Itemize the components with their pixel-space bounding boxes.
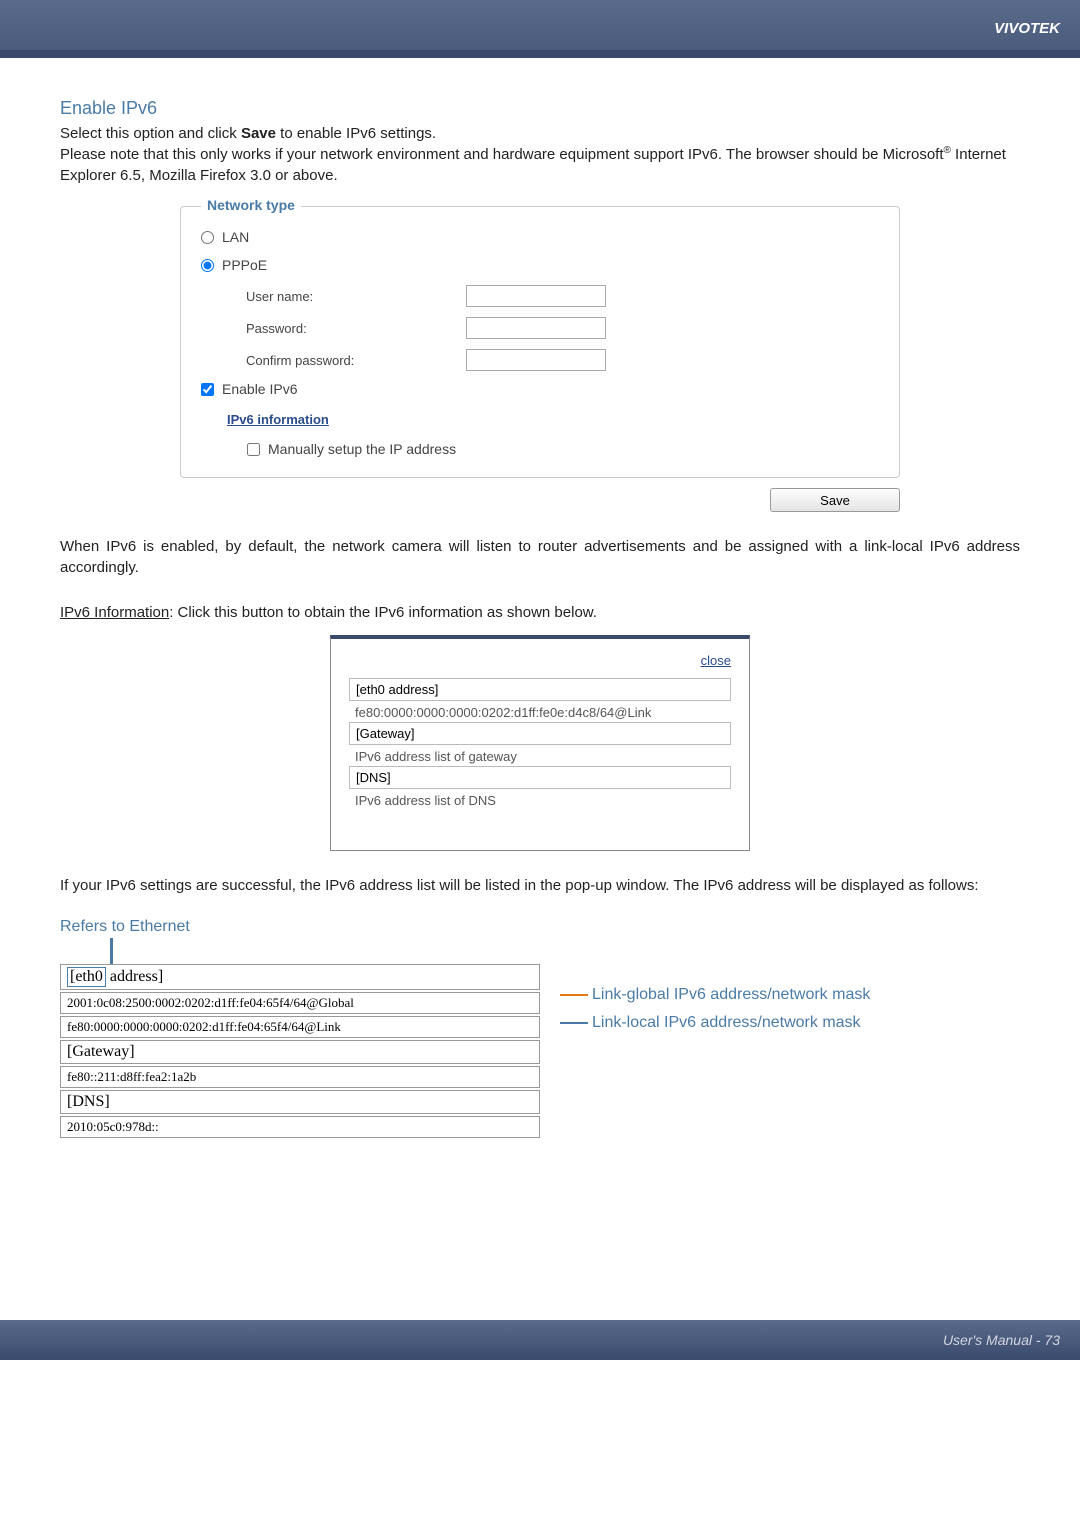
enable-ipv6-label: Enable IPv6 bbox=[222, 381, 298, 397]
ipv6-info-link-wrap: IPv6 information bbox=[227, 411, 879, 429]
eth-dns-label: [DNS] bbox=[60, 1090, 540, 1114]
popup-close-link[interactable]: close bbox=[349, 653, 731, 668]
popup-eth0-val: fe80:0000:0000:0000:0202:d1ff:fe0e:d4c8/… bbox=[349, 703, 731, 722]
popup-gateway-val: IPv6 address list of gateway bbox=[349, 747, 731, 766]
link-global-text: Link-global IPv6 address/network mask bbox=[592, 986, 870, 1004]
ethernet-left-col: [eth0 address] 2001:0c08:2500:0002:0202:… bbox=[60, 964, 540, 1140]
section-title: Enable IPv6 bbox=[60, 98, 1020, 119]
password-label: Password: bbox=[246, 321, 466, 336]
eth0-rest: address] bbox=[110, 968, 163, 985]
lan-radio-row[interactable]: LAN bbox=[201, 229, 879, 245]
intro2-sup: ® bbox=[944, 145, 951, 156]
eth-dns-val: 2010:05c0:978d:: bbox=[60, 1116, 540, 1138]
confirm-label: Confirm password: bbox=[246, 353, 466, 368]
blue-dash-icon bbox=[560, 1022, 588, 1024]
page-footer: User's Manual - 73 bbox=[0, 1320, 1080, 1360]
link-global-label: Link-global IPv6 address/network mask bbox=[560, 986, 870, 1004]
ipv6-info-line: IPv6 Information: Click this button to o… bbox=[60, 602, 1020, 623]
password-input[interactable] bbox=[466, 317, 606, 339]
eth-link-addr: fe80:0000:0000:0000:0202:d1ff:fe04:65f4/… bbox=[60, 1016, 540, 1038]
intro1-end: to enable IPv6 settings. bbox=[276, 125, 436, 142]
header-accent bbox=[0, 50, 1080, 58]
success-text: If your IPv6 settings are successful, th… bbox=[60, 875, 1020, 896]
confirm-password-input[interactable] bbox=[466, 349, 606, 371]
lan-radio[interactable] bbox=[201, 231, 214, 244]
ipv6-information-link[interactable]: IPv6 information bbox=[227, 412, 329, 427]
password-row: Password: bbox=[246, 317, 879, 339]
eth-gateway-val: fe80::211:d8ff:fea2:1a2b bbox=[60, 1066, 540, 1088]
confirm-row: Confirm password: bbox=[246, 349, 879, 371]
link-local-text: Link-local IPv6 address/network mask bbox=[592, 1014, 861, 1032]
eth-gateway-label: [Gateway] bbox=[60, 1040, 540, 1064]
brand-label: VIVOTEK bbox=[994, 20, 1060, 37]
manual-ip-row[interactable]: Manually setup the IP address bbox=[247, 441, 879, 457]
eth-global-addr: 2001:0c08:2500:0002:0202:d1ff:fe04:65f4/… bbox=[60, 992, 540, 1014]
page-content: Enable IPv6 Select this option and click… bbox=[0, 58, 1080, 1180]
ethernet-right-col: Link-global IPv6 address/network mask Li… bbox=[540, 964, 870, 1042]
popup-gateway: [Gateway] bbox=[349, 722, 731, 745]
pppoe-label: PPPoE bbox=[222, 257, 267, 273]
ethernet-section: Refers to Ethernet [eth0 address] 2001:0… bbox=[60, 918, 1020, 1140]
popup-dns-val: IPv6 address list of DNS bbox=[349, 791, 731, 810]
ethernet-pointer bbox=[110, 938, 113, 964]
network-type-fieldset: Network type LAN PPPoE User name: Passwo… bbox=[180, 206, 900, 478]
footer-text: User's Manual - 73 bbox=[943, 1332, 1060, 1348]
page-header: VIVOTEK bbox=[0, 0, 1080, 50]
enable-ipv6-checkbox[interactable] bbox=[201, 383, 214, 396]
save-button-wrap: Save bbox=[180, 488, 900, 512]
popup-eth0: [eth0 address] bbox=[349, 678, 731, 701]
enable-ipv6-row[interactable]: Enable IPv6 bbox=[201, 381, 879, 397]
eth0-highlight: [eth0 bbox=[67, 967, 106, 987]
manual-ip-label: Manually setup the IP address bbox=[268, 441, 456, 457]
username-row: User name: bbox=[246, 285, 879, 307]
pppoe-radio[interactable] bbox=[201, 259, 214, 272]
intro1-bold: Save bbox=[241, 125, 276, 142]
username-input[interactable] bbox=[466, 285, 606, 307]
lan-label: LAN bbox=[222, 229, 249, 245]
intro1-a: Select this option and click bbox=[60, 125, 241, 142]
ipv6-info-underline: IPv6 Information bbox=[60, 604, 169, 621]
orange-dash-icon bbox=[560, 994, 588, 996]
pppoe-radio-row[interactable]: PPPoE bbox=[201, 257, 879, 273]
intro-line2: Please note that this only works if your… bbox=[60, 144, 1020, 186]
link-local-label: Link-local IPv6 address/network mask bbox=[560, 1014, 870, 1032]
username-label: User name: bbox=[246, 289, 466, 304]
popup-dns: [DNS] bbox=[349, 766, 731, 789]
manual-ip-checkbox[interactable] bbox=[247, 443, 260, 456]
eth0-address-label: [eth0 address] bbox=[60, 964, 540, 990]
ethernet-title: Refers to Ethernet bbox=[60, 918, 1020, 936]
post-fieldset-para1: When IPv6 is enabled, by default, the ne… bbox=[60, 536, 1020, 578]
intro2-a: Please note that this only works if your… bbox=[60, 146, 944, 163]
ethernet-diagram: [eth0 address] 2001:0c08:2500:0002:0202:… bbox=[60, 964, 1020, 1140]
save-button[interactable]: Save bbox=[770, 488, 900, 512]
intro-line1: Select this option and click Save to ena… bbox=[60, 123, 1020, 144]
ipv6-popup: close [eth0 address] fe80:0000:0000:0000… bbox=[330, 635, 750, 851]
ipv6-info-rest: : Click this button to obtain the IPv6 i… bbox=[169, 604, 597, 621]
fieldset-legend: Network type bbox=[201, 197, 301, 213]
